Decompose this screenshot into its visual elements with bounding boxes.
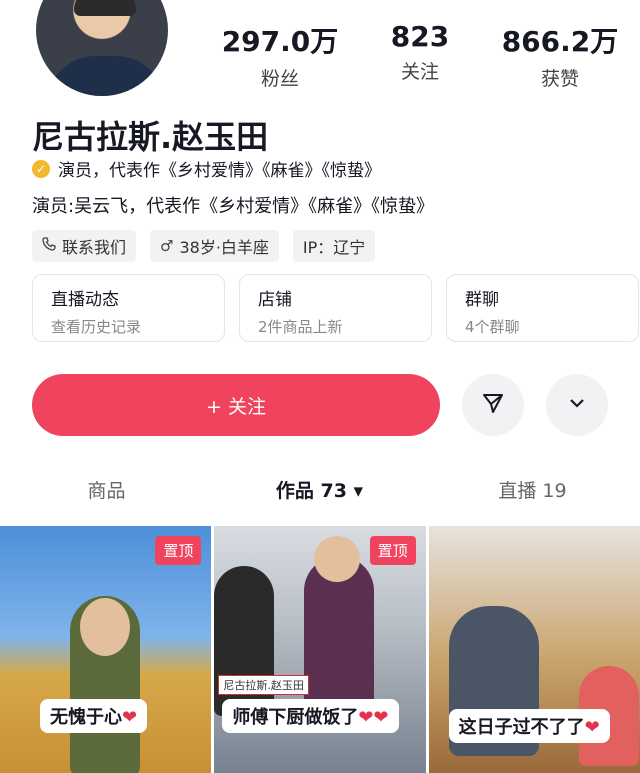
age-tag: ♂ 38岁·白羊座 bbox=[150, 230, 279, 262]
video-tile[interactable]: 这日子过不了了❤ bbox=[428, 526, 640, 773]
caption-text: 这日子过不了了 bbox=[458, 717, 585, 738]
pinned-badge: 置顶 bbox=[369, 536, 416, 565]
video-grid: 置顶 无愧于心❤ 置顶 尼古拉斯.赵玉田 师傅下厨做饭了❤❤ 这日子过不了了❤ bbox=[0, 526, 640, 773]
card-group-chat[interactable]: 群聊 4个群聊 bbox=[446, 274, 639, 342]
heart-icon: ❤❤ bbox=[358, 707, 389, 728]
video-caption: 师傅下厨做饭了❤❤ bbox=[222, 699, 399, 733]
card-title: 群聊 bbox=[465, 290, 499, 310]
avatar[interactable] bbox=[32, 0, 172, 100]
stat-label: 粉丝 bbox=[260, 68, 299, 90]
avatar-coat bbox=[46, 56, 166, 96]
follow-label: + 关注 bbox=[206, 395, 266, 418]
stat-value: 297.0万 bbox=[221, 25, 339, 58]
feature-cards: 直播动态 查看历史记录 店铺 2件商品上新 群聊 4个群聊 bbox=[32, 274, 640, 342]
caption-text: 无愧于心 bbox=[50, 707, 122, 728]
age-label: 38岁·白羊座 bbox=[179, 238, 269, 257]
stat-value: 866.2万 bbox=[501, 25, 619, 58]
video-tile[interactable]: 置顶 尼古拉斯.赵玉田 师傅下厨做饭了❤❤ bbox=[214, 526, 426, 773]
card-sub: 2件商品上新 bbox=[258, 318, 343, 336]
stat-likes[interactable]: 866.2万 获赞 bbox=[490, 20, 630, 91]
male-icon: ♂ bbox=[160, 237, 174, 255]
contact-label: 联系我们 bbox=[62, 238, 127, 257]
card-sub: 查看历史记录 bbox=[51, 318, 142, 336]
card-sub: 4个群聊 bbox=[465, 318, 520, 336]
profile-name: 尼古拉斯.赵玉田 bbox=[32, 118, 269, 156]
chevron-down-icon bbox=[567, 393, 587, 417]
verified-icon: ✓ bbox=[32, 159, 50, 178]
video-caption: 无愧于心❤ bbox=[40, 699, 148, 733]
phone-icon bbox=[42, 237, 56, 255]
stat-value: 823 bbox=[390, 20, 450, 53]
ip-tag: IP：辽宁 bbox=[292, 230, 376, 262]
heart-icon: ❤ bbox=[122, 707, 138, 728]
profile-bio: 演员:吴云飞，代表作《乡村爱情》《麻雀》《惊蛰》 bbox=[32, 196, 435, 217]
share-button[interactable] bbox=[462, 374, 524, 436]
pinned-badge: 置顶 bbox=[155, 536, 202, 565]
contact-tag[interactable]: 联系我们 bbox=[32, 230, 137, 262]
more-button[interactable] bbox=[546, 374, 608, 436]
caption-text: 师傅下厨做饭了 bbox=[232, 707, 359, 728]
follow-button[interactable]: + 关注 bbox=[32, 374, 440, 436]
card-title: 直播动态 bbox=[51, 290, 119, 310]
tab-works[interactable]: 作品 73 ▾ bbox=[213, 476, 426, 503]
video-overlay-tag: 尼古拉斯.赵玉田 bbox=[218, 675, 309, 695]
send-icon bbox=[481, 391, 505, 419]
content-tabs: 商品 作品 73 ▾ 直播 19 bbox=[0, 476, 640, 503]
stat-fans[interactable]: 297.0万 粉丝 bbox=[210, 20, 350, 91]
profile-tags: 联系我们 ♂ 38岁·白羊座 IP：辽宁 bbox=[32, 230, 376, 262]
heart-icon: ❤ bbox=[584, 717, 600, 738]
avatar-hair bbox=[74, 0, 136, 16]
video-caption: 这日子过不了了❤ bbox=[448, 709, 610, 743]
video-face bbox=[80, 598, 130, 656]
tab-products[interactable]: 商品 bbox=[0, 476, 213, 503]
card-title: 店铺 bbox=[258, 290, 292, 310]
verified-text: 演员，代表作《乡村爱情》《麻雀》《惊蛰》 bbox=[58, 161, 381, 181]
stat-label: 关注 bbox=[400, 61, 439, 83]
video-face bbox=[314, 536, 361, 582]
verified-line: ✓ 演员，代表作《乡村爱情》《麻雀》《惊蛰》 bbox=[32, 156, 381, 181]
card-shop[interactable]: 店铺 2件商品上新 bbox=[239, 274, 432, 342]
tab-live[interactable]: 直播 19 bbox=[426, 476, 639, 503]
ip-label: IP：辽宁 bbox=[302, 238, 366, 257]
video-tile[interactable]: 置顶 无愧于心❤ bbox=[0, 526, 212, 773]
stat-label: 获赞 bbox=[540, 68, 579, 90]
card-live-history[interactable]: 直播动态 查看历史记录 bbox=[32, 274, 225, 342]
stat-following[interactable]: 823 关注 bbox=[350, 20, 490, 91]
profile-stats: 297.0万 粉丝 823 关注 866.2万 获赞 bbox=[210, 20, 630, 91]
